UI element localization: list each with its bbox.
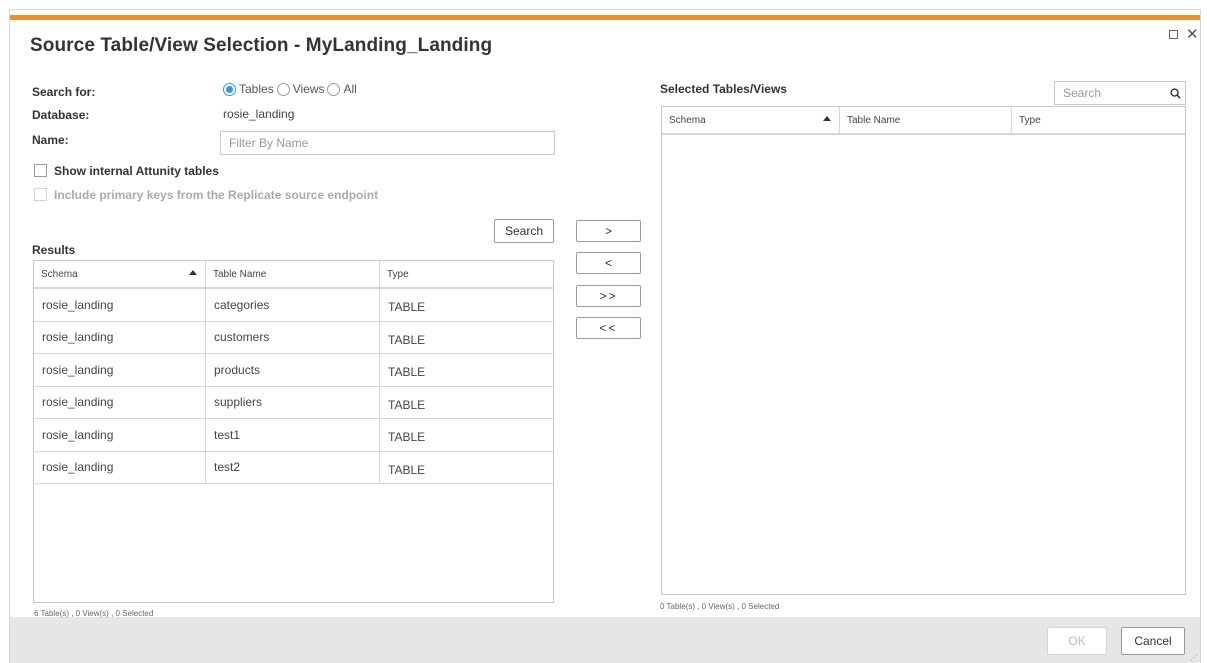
- selected-status: 0 Table(s) , 0 View(s) , 0 Selected: [660, 602, 780, 611]
- table-row[interactable]: rosie_landing products TABLE: [34, 354, 553, 387]
- add-all-button[interactable]: >>: [576, 285, 641, 307]
- cell-table-name: categories: [206, 289, 380, 321]
- cell-schema: rosie_landing: [34, 354, 206, 386]
- cell-table-name: test1: [206, 419, 380, 451]
- col-header-type-label: Type: [387, 268, 409, 280]
- radio-tables[interactable]: [223, 82, 236, 96]
- col-header-schema[interactable]: Schema: [34, 261, 206, 287]
- results-grid: Schema Table Name Type rosie_landing cat…: [33, 260, 554, 603]
- cell-schema: rosie_landing: [34, 289, 206, 321]
- table-row[interactable]: rosie_landing customers TABLE: [34, 321, 553, 354]
- cell-schema: rosie_landing: [34, 386, 206, 418]
- col-header-schema[interactable]: Schema: [662, 107, 840, 133]
- col-header-schema-label: Schema: [41, 268, 78, 280]
- cell-type: TABLE: [388, 365, 426, 380]
- radio-tables-label: Tables: [239, 82, 274, 96]
- include-pk-label: Include primary keys from the Replicate …: [54, 188, 379, 202]
- table-row[interactable]: rosie_landing categories TABLE: [34, 289, 553, 322]
- table-row[interactable]: rosie_landing suppliers TABLE: [34, 386, 553, 419]
- col-header-table-name-label: Table Name: [213, 268, 267, 280]
- results-title: Results: [32, 243, 76, 257]
- col-header-table-name[interactable]: Table Name: [206, 261, 380, 287]
- show-internal-label: Show internal Attunity tables: [54, 164, 219, 178]
- cell-table-name: test2: [206, 451, 380, 483]
- close-icon[interactable]: ✕: [1186, 25, 1199, 43]
- sort-ascending-icon: [823, 116, 831, 121]
- cell-type: TABLE: [388, 300, 426, 315]
- add-selected-button[interactable]: >: [576, 220, 641, 242]
- database-value: rosie_landing: [223, 107, 295, 121]
- dialog-footer: OK Cancel ⋰: [10, 617, 1200, 663]
- name-filter-input[interactable]: [220, 131, 555, 155]
- search-type-radio-group: Tables Views All: [223, 82, 360, 96]
- table-row[interactable]: rosie_landing test1 TABLE: [34, 419, 553, 452]
- radio-views-label: Views: [292, 82, 325, 96]
- ok-button[interactable]: OK: [1047, 627, 1107, 655]
- cell-schema: rosie_landing: [34, 451, 206, 483]
- cell-table-name: customers: [206, 321, 380, 353]
- cancel-button[interactable]: Cancel: [1121, 627, 1185, 655]
- show-internal-checkbox[interactable]: [34, 164, 47, 177]
- cell-type: TABLE: [388, 430, 426, 445]
- cell-type: TABLE: [388, 462, 426, 477]
- col-header-type-label: Type: [1019, 114, 1041, 126]
- cell-type: TABLE: [388, 332, 426, 347]
- col-header-schema-label: Schema: [669, 114, 706, 126]
- resize-grip-icon[interactable]: ⋰: [1190, 653, 1198, 662]
- cell-type: TABLE: [388, 397, 426, 412]
- source-selection-dialog: Source Table/View Selection - MyLanding_…: [9, 9, 1201, 663]
- radio-all[interactable]: [327, 82, 341, 96]
- include-pk-checkbox: [34, 188, 47, 201]
- cell-table-name: products: [206, 354, 380, 386]
- search-button[interactable]: Search: [494, 219, 554, 243]
- results-status: 6 Table(s) , 0 View(s) , 0 Selected: [34, 609, 154, 618]
- radio-all-label: All: [343, 82, 357, 96]
- database-label: Database:: [32, 108, 90, 122]
- results-grid-header: Schema Table Name Type: [34, 261, 553, 289]
- selected-grid-header: Schema Table Name Type: [662, 107, 1185, 135]
- col-header-type[interactable]: Type: [1012, 107, 1185, 133]
- col-header-table-name[interactable]: Table Name: [840, 107, 1012, 133]
- dialog-title: Source Table/View Selection - MyLanding_…: [30, 35, 493, 56]
- table-row[interactable]: rosie_landing test2 TABLE: [34, 451, 553, 484]
- search-icon[interactable]: [1170, 88, 1181, 99]
- cell-table-name: suppliers: [206, 386, 380, 418]
- maximize-icon[interactable]: [1169, 30, 1178, 39]
- remove-all-button[interactable]: <<: [576, 317, 641, 339]
- remove-selected-button[interactable]: <: [576, 252, 641, 274]
- col-header-type[interactable]: Type: [380, 261, 553, 287]
- name-label: Name:: [32, 133, 69, 147]
- cell-schema: rosie_landing: [34, 321, 206, 353]
- selected-search-input[interactable]: [1054, 81, 1186, 105]
- accent-bar: [10, 15, 1200, 20]
- sort-ascending-icon: [189, 270, 197, 275]
- selected-grid: Schema Table Name Type: [661, 106, 1186, 595]
- radio-views[interactable]: [276, 82, 290, 96]
- selected-title: Selected Tables/Views: [660, 82, 787, 96]
- search-for-label: Search for:: [32, 85, 96, 99]
- col-header-table-name-label: Table Name: [847, 114, 901, 126]
- cell-schema: rosie_landing: [34, 419, 206, 451]
